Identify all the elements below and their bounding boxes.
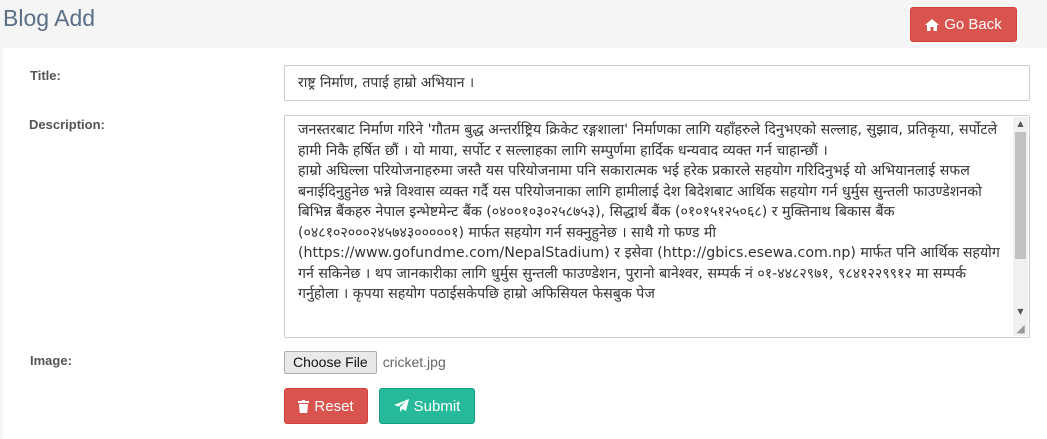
page-title: Blog Add <box>3 5 96 31</box>
description-text: जनस्तरबाट निर्माण गरिने 'गौतम बुद्ध अन्त… <box>298 122 1000 302</box>
image-label: Image: <box>30 353 72 368</box>
home-icon <box>925 18 940 31</box>
choose-file-button[interactable]: Choose File <box>284 350 377 374</box>
description-scrollbar[interactable]: ▲ ▼ <box>1013 117 1028 336</box>
title-label: Title: <box>30 68 61 83</box>
title-input[interactable]: राष्ट्र निर्माण, तपाई हाम्रो अभियान । <box>284 65 1030 101</box>
paper-plane-icon <box>393 399 409 413</box>
reset-button[interactable]: Reset <box>284 388 368 424</box>
page-header: Blog Add Go Back <box>0 0 1047 48</box>
image-file-input: Choose File cricket.jpg <box>284 350 446 374</box>
selected-file-name: cricket.jpg <box>382 354 446 370</box>
scroll-down-arrow-icon[interactable]: ▼ <box>1013 305 1028 319</box>
description-textarea[interactable]: जनस्तरबाट निर्माण गरिने 'गौतम बुद्ध अन्त… <box>284 115 1030 338</box>
go-back-button[interactable]: Go Back <box>910 7 1017 42</box>
resize-grip-icon[interactable]: ◢ <box>1013 321 1028 336</box>
scroll-thumb[interactable] <box>1015 132 1026 259</box>
reset-label: Reset <box>314 397 354 415</box>
go-back-label: Go Back <box>944 16 1002 33</box>
submit-button[interactable]: Submit <box>379 388 475 424</box>
scroll-up-arrow-icon[interactable]: ▲ <box>1013 117 1028 131</box>
description-label: Description: <box>29 117 105 132</box>
trash-icon <box>298 399 310 413</box>
submit-label: Submit <box>413 397 461 415</box>
